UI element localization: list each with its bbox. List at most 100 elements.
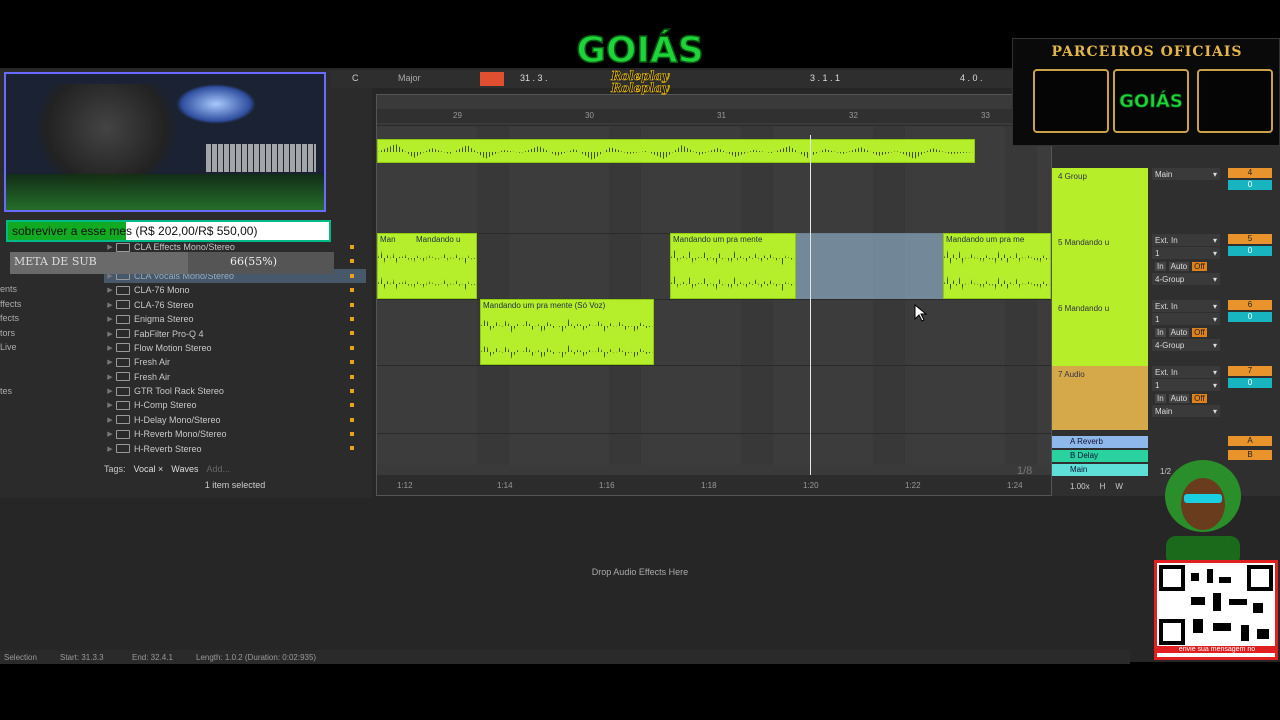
h-button[interactable]: H: [1100, 482, 1106, 491]
io-select[interactable]: Main ▾: [1152, 168, 1220, 180]
playhead[interactable]: [810, 135, 811, 479]
monitor-off-button[interactable]: Off: [1192, 327, 1207, 337]
track-number[interactable]: 7: [1228, 366, 1272, 376]
expand-arrow-icon[interactable]: ▶: [104, 401, 116, 409]
expand-arrow-icon[interactable]: ▶: [104, 358, 116, 366]
io-select[interactable]: 1 ▾: [1152, 247, 1220, 259]
plugin-item[interactable]: ▶ CLA-76 Mono: [104, 283, 366, 297]
plugin-dot-icon: [350, 403, 354, 408]
punch-out[interactable]: 4 . 0 .: [960, 73, 983, 83]
qr-note: envie sua mensagem no: [1156, 646, 1278, 653]
track-volume[interactable]: 0: [1228, 180, 1272, 190]
zoom-value[interactable]: 1.00x: [1070, 482, 1090, 491]
monitor-in-button[interactable]: In: [1155, 261, 1166, 271]
time-mark: 1:16: [599, 481, 615, 490]
monitor-off-button[interactable]: Off: [1192, 261, 1207, 271]
time-ruler[interactable]: 1:12 1:14 1:16 1:18 1:20 1:22 1:24: [377, 475, 1051, 495]
monitor-off-button[interactable]: Off: [1192, 393, 1207, 403]
w-button[interactable]: W: [1115, 482, 1123, 491]
expand-arrow-icon[interactable]: ▶: [104, 315, 116, 323]
monitor-in-button[interactable]: In: [1155, 393, 1166, 403]
category-item[interactable]: [0, 355, 96, 370]
expand-arrow-icon[interactable]: ▶: [104, 301, 116, 309]
return-track[interactable]: Main: [1052, 464, 1148, 476]
track-header[interactable]: 6 Mandando u: [1052, 300, 1148, 366]
loop-start[interactable]: 31 . 3 .: [520, 73, 548, 83]
plugin-item[interactable]: ▶ CLA-76 Stereo: [104, 298, 366, 312]
tag-vocal[interactable]: Vocal ×: [134, 464, 164, 474]
expand-arrow-icon[interactable]: ▶: [104, 330, 116, 338]
audio-clip[interactable]: Mandando um pra mente: [670, 233, 796, 299]
clip-name: Mandando um pra mente (Só Voz): [483, 301, 606, 310]
track-number[interactable]: 6: [1228, 300, 1272, 310]
scale-key[interactable]: C: [352, 73, 359, 83]
expand-arrow-icon[interactable]: ▶: [104, 243, 116, 251]
category-item[interactable]: tes: [0, 384, 96, 399]
category-item[interactable]: ffects: [0, 297, 96, 312]
tag-add[interactable]: Add...: [206, 464, 230, 474]
expand-arrow-icon[interactable]: ▶: [104, 445, 116, 453]
beat-ruler[interactable]: 29 30 31 32 33: [377, 109, 1053, 123]
plugin-item[interactable]: ▶ GTR Tool Rack Stereo: [104, 384, 366, 398]
track-number[interactable]: 5: [1228, 234, 1272, 244]
scale-name[interactable]: Major: [398, 73, 421, 83]
monitor-auto-button[interactable]: Auto: [1168, 327, 1190, 337]
plugin-item[interactable]: ▶ H-Reverb Mono/Stereo: [104, 427, 366, 441]
io-select[interactable]: 4-Group ▾: [1152, 339, 1220, 351]
plugin-item[interactable]: ▶ H-Comp Stereo: [104, 398, 366, 412]
expand-arrow-icon[interactable]: ▶: [104, 416, 116, 424]
category-item[interactable]: [0, 369, 96, 384]
track-header[interactable]: 5 Mandando u: [1052, 234, 1148, 300]
io-select[interactable]: 1 ▾: [1152, 379, 1220, 391]
plugin-icon: [116, 285, 130, 295]
expand-arrow-icon[interactable]: ▶: [104, 387, 116, 395]
monitor-auto-button[interactable]: Auto: [1168, 393, 1190, 403]
loop-length[interactable]: 3 . 1 . 1: [810, 73, 840, 83]
plugin-icon: [116, 400, 130, 410]
track-header[interactable]: 4 Group: [1052, 168, 1148, 234]
monitor-auto-button[interactable]: Auto: [1168, 261, 1190, 271]
plugin-item[interactable]: ▶ FabFilter Pro-Q 4: [104, 326, 366, 340]
track-volume[interactable]: 0: [1228, 246, 1272, 256]
io-select[interactable]: Ext. In ▾: [1152, 366, 1220, 378]
return-letter[interactable]: A: [1228, 436, 1272, 446]
record-icon[interactable]: [480, 72, 504, 86]
tag-waves[interactable]: Waves: [171, 464, 198, 474]
expand-arrow-icon[interactable]: ▶: [104, 286, 116, 294]
group-clip[interactable]: [377, 139, 975, 163]
time-selection[interactable]: [796, 233, 943, 299]
track-volume[interactable]: 0: [1228, 378, 1272, 388]
plugin-item[interactable]: ▶ H-Reverb Stereo: [104, 441, 366, 455]
track-header[interactable]: 7 Audio: [1052, 366, 1148, 430]
io-select[interactable]: 1 ▾: [1152, 313, 1220, 325]
plugin-item[interactable]: ▶ Fresh Air: [104, 370, 366, 384]
plugin-item[interactable]: ▶ H-Delay Mono/Stereo: [104, 413, 366, 427]
io-select[interactable]: Ext. In ▾: [1152, 300, 1220, 312]
category-item[interactable]: Live: [0, 340, 96, 355]
category-item[interactable]: tors: [0, 326, 96, 341]
ruler-mark: 29: [453, 111, 462, 120]
plugin-item[interactable]: ▶ Enigma Stereo: [104, 312, 366, 326]
audio-clip[interactable]: Man Mandando u: [377, 233, 477, 299]
expand-arrow-icon[interactable]: ▶: [104, 344, 116, 352]
audio-clip[interactable]: Mandando um pra mente (Só Voz): [480, 299, 654, 365]
expand-arrow-icon[interactable]: ▶: [104, 373, 116, 381]
arrangement-view[interactable]: 29 30 31 32 33 Man Mandando u Mandando u…: [376, 94, 1053, 496]
expand-arrow-icon[interactable]: ▶: [104, 430, 116, 438]
io-select[interactable]: 4-Group ▾: [1152, 273, 1220, 285]
plugin-name: FabFilter Pro-Q 4: [134, 328, 204, 339]
io-select[interactable]: Main ▾: [1152, 405, 1220, 417]
category-item[interactable]: fects: [0, 311, 96, 326]
plugin-dot-icon: [350, 273, 354, 278]
return-track[interactable]: A Reverb: [1052, 436, 1148, 448]
track-number[interactable]: 4: [1228, 168, 1272, 178]
audio-clip[interactable]: Mandando um pra me: [943, 233, 1051, 299]
return-track[interactable]: B Delay: [1052, 450, 1148, 462]
category-item[interactable]: ents: [0, 282, 96, 297]
io-select[interactable]: Ext. In ▾: [1152, 234, 1220, 246]
plugin-name: Enigma Stereo: [134, 314, 194, 325]
track-volume[interactable]: 0: [1228, 312, 1272, 322]
monitor-in-button[interactable]: In: [1155, 327, 1166, 337]
plugin-item[interactable]: ▶ Fresh Air: [104, 355, 366, 369]
plugin-item[interactable]: ▶ Flow Motion Stereo: [104, 341, 366, 355]
